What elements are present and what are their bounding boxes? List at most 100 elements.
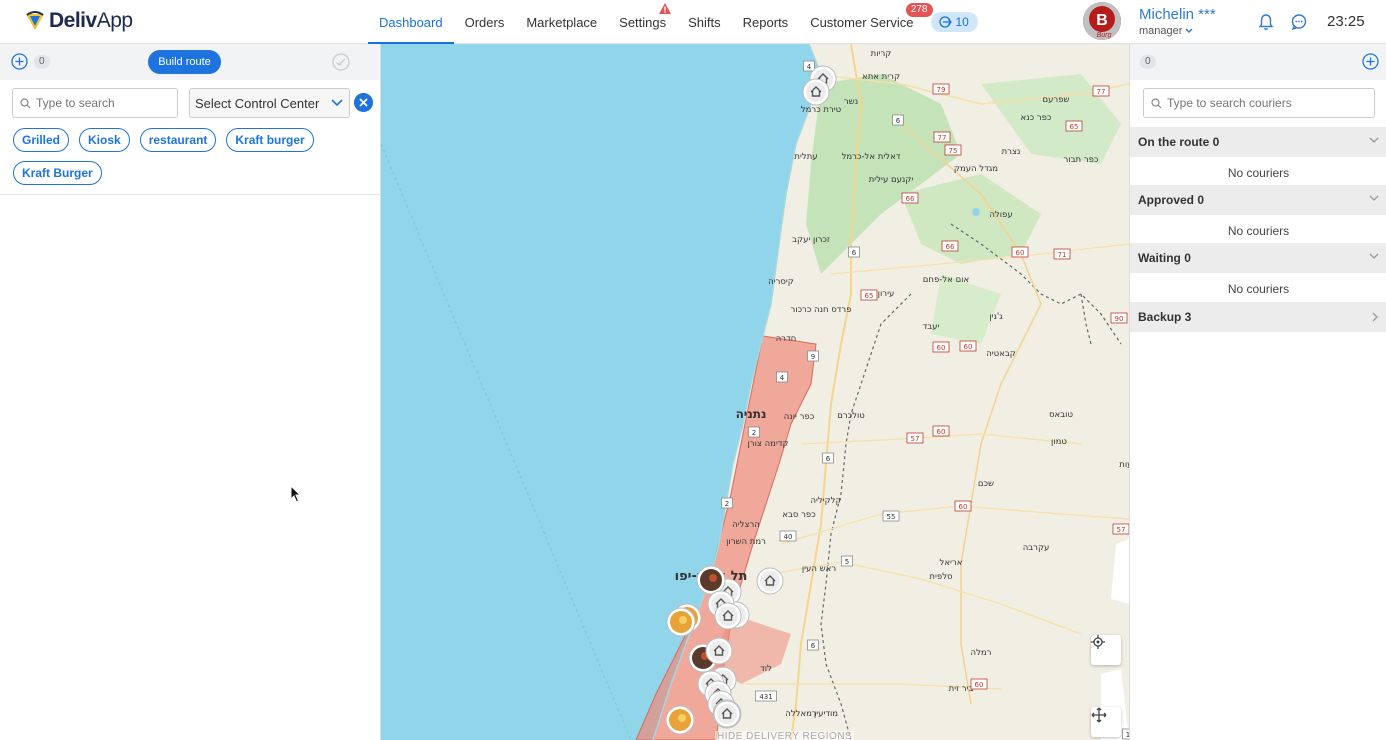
place-label: לוד	[760, 664, 772, 674]
build-route-button[interactable]: Build route	[148, 50, 221, 74]
chevron-down-icon	[1369, 137, 1379, 143]
nav-marketplace[interactable]: Marketplace	[515, 0, 608, 44]
place-label: ראש העין	[802, 564, 836, 574]
delivapp-logo[interactable]: DelivApp	[24, 9, 133, 33]
road-number: 79	[937, 86, 946, 94]
road-number: 4	[780, 374, 785, 382]
chevron-right-icon	[1372, 312, 1378, 322]
nav-marketplace-label: Marketplace	[526, 14, 598, 30]
place-label: עפולה	[989, 210, 1012, 220]
home-marker-icon[interactable]	[713, 700, 741, 728]
control-center-value: Select Control Center	[195, 95, 320, 111]
orders-count: 0	[34, 55, 50, 69]
bell-icon[interactable]	[1257, 13, 1275, 31]
road-number: 40	[784, 533, 793, 541]
nav-settings-label: Settings	[619, 14, 667, 30]
nav-customer-service-label: Customer Service	[810, 14, 914, 30]
chevron-down-icon	[1369, 253, 1379, 259]
place-label: טירת כרמל	[801, 105, 842, 115]
place-label: קדימה צורן	[747, 439, 788, 449]
tag-kraft-burger-2[interactable]: Kraft Burger	[13, 161, 102, 185]
logo-text: DelivApp	[49, 9, 133, 33]
tag-restaurant[interactable]: restaurant	[139, 128, 217, 152]
road-number: 2	[725, 500, 729, 508]
group-waiting-title: Waiting 0	[1138, 251, 1191, 265]
group-on-the-route[interactable]: On the route 0	[1130, 127, 1386, 157]
group-backup[interactable]: Backup 3	[1130, 302, 1386, 332]
road-number: 60	[975, 681, 984, 689]
user-name[interactable]: Michelin ***	[1139, 6, 1216, 23]
home-marker-icon[interactable]	[705, 637, 733, 665]
place-label: כפר תבור	[1064, 155, 1099, 165]
road-number: 9	[811, 353, 815, 361]
courier-search-input[interactable]	[1167, 96, 1367, 110]
place-label: זכרון יעקב	[792, 235, 830, 245]
road-number: 60	[937, 344, 946, 352]
road-number: 6	[896, 117, 901, 125]
road-number: 60	[964, 343, 973, 351]
search-icon	[1151, 97, 1162, 108]
login-count: 10	[955, 15, 969, 29]
control-center-select[interactable]: Select Control Center	[189, 88, 350, 118]
move-arrows-icon	[1091, 707, 1107, 723]
order-search-field[interactable]	[12, 88, 178, 118]
food-marker-icon[interactable]	[666, 607, 696, 637]
nav-shifts[interactable]: Shifts	[677, 0, 732, 44]
avatar[interactable]: B Burg	[1083, 2, 1121, 40]
map-view[interactable]: קריות קרית אתא נשר טירת כרמל שפרעם כפר כנא עתל…	[381, 44, 1129, 740]
road-number: 60	[937, 428, 946, 436]
clear-selection-icon[interactable]	[354, 93, 373, 112]
locate-button[interactable]	[1091, 635, 1121, 665]
login-count-pill[interactable]: 10	[930, 12, 978, 32]
tag-kraft-burger[interactable]: Kraft burger	[226, 128, 314, 152]
chat-icon[interactable]	[1290, 13, 1308, 31]
nav-dashboard[interactable]: Dashboard	[368, 0, 454, 45]
road-number: 4	[807, 63, 812, 71]
home-marker-icon[interactable]	[714, 602, 742, 630]
nav-settings[interactable]: Settings	[608, 0, 677, 44]
map-canvas[interactable]: קריות קרית אתא נשרטירת כרמל שפרעם כפר כנא עתל…	[381, 44, 1129, 740]
road-number: 77	[1097, 88, 1106, 96]
group-approved[interactable]: Approved 0	[1130, 185, 1386, 215]
road-number: 65	[865, 292, 874, 300]
warning-icon	[658, 3, 671, 14]
road-number: 6	[826, 455, 831, 463]
crosshair-icon	[1091, 635, 1105, 649]
mouse-cursor-icon	[290, 485, 302, 503]
nav-customer-service[interactable]: Customer Service 278	[799, 0, 933, 44]
divider	[0, 194, 381, 195]
hide-delivery-regions-link[interactable]: HIDE DELIVERY REGIONS	[715, 731, 855, 740]
recenter-button[interactable]	[1091, 707, 1121, 737]
place-label: עירון	[878, 289, 895, 299]
chevron-down-icon	[1369, 195, 1379, 201]
courier-search-field[interactable]	[1143, 88, 1375, 118]
place-label: מכבים רעות	[1119, 460, 1129, 470]
order-search-input[interactable]	[36, 96, 176, 110]
empty-approved: No couriers	[1227, 224, 1290, 238]
place-label: חדרה	[776, 334, 797, 344]
check-all-icon[interactable]	[332, 53, 350, 71]
empty-waiting: No couriers	[1227, 282, 1290, 296]
home-marker-icon[interactable]	[756, 567, 784, 595]
orders-panel: 0 Build route Select Control Center Gril…	[0, 44, 381, 740]
user-role-dropdown[interactable]: manager	[1139, 25, 1193, 37]
road-number: 60	[959, 503, 968, 511]
add-order-icon[interactable]	[11, 53, 28, 70]
add-courier-icon[interactable]	[1362, 53, 1379, 70]
shipping-lane	[381, 143, 632, 740]
home-marker-icon[interactable]	[802, 78, 830, 106]
restaurant-marker-icon[interactable]	[696, 565, 726, 595]
tag-grilled[interactable]: Grilled	[13, 128, 70, 152]
couriers-toolbar: 0	[1130, 44, 1386, 80]
tag-kiosk[interactable]: Kiosk	[79, 128, 130, 152]
road-number: 2	[752, 429, 756, 437]
place-label: ביר זית	[949, 684, 974, 694]
nav-reports[interactable]: Reports	[732, 0, 800, 44]
road-number: 55	[887, 513, 896, 521]
logo-mark-icon	[26, 11, 44, 30]
login-arrow-icon	[938, 16, 952, 28]
group-waiting[interactable]: Waiting 0	[1130, 243, 1386, 273]
food-marker-icon[interactable]	[665, 705, 695, 735]
top-header: DelivApp Dashboard Orders Marketplace Se…	[0, 0, 1386, 45]
nav-orders[interactable]: Orders	[454, 0, 516, 44]
